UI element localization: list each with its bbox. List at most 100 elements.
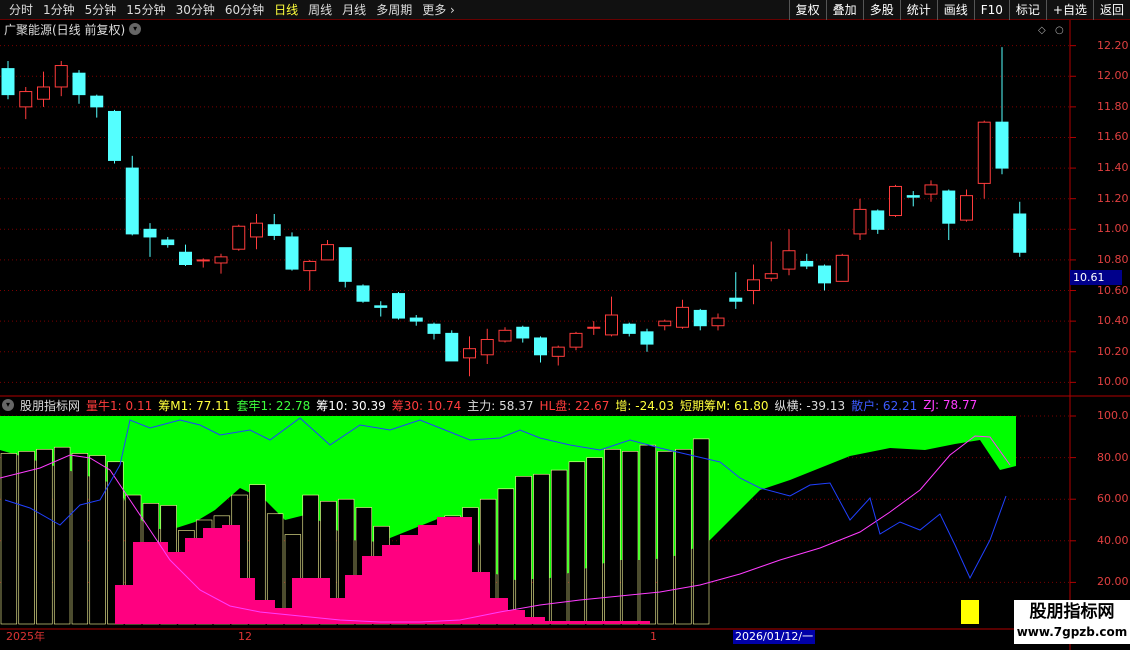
candle-up xyxy=(19,91,33,108)
indicator-value: 主力: 58.37 xyxy=(467,398,534,413)
chart-title-bar: 广聚能源(日线 前复权) ▾ xyxy=(4,21,142,37)
indicator-value: HL盘: 22.67 xyxy=(539,398,610,413)
candle-down xyxy=(90,95,104,108)
indicator-bar xyxy=(550,469,568,625)
candle-down xyxy=(942,190,956,224)
candle-up xyxy=(214,256,228,264)
candle-up xyxy=(747,279,760,292)
date-axis: 2025年 12 1 2026/01/12/一 xyxy=(0,630,1070,644)
candle-down xyxy=(267,224,281,236)
candle-down xyxy=(445,332,459,362)
indicator-header: ▾ 股朋指标网 量牛1: 0.11 筹M1: 77.11 套牢1: 22.78 筹10… xyxy=(2,397,977,413)
candle-up xyxy=(250,222,263,238)
candle-up xyxy=(711,317,725,327)
indicator-bar xyxy=(0,453,18,625)
indicator-axis-label: 20.00 xyxy=(1097,575,1129,589)
indicator-name[interactable]: 股朋指标网 xyxy=(20,397,80,414)
indicator-bar xyxy=(657,451,674,625)
candle-up xyxy=(480,338,494,356)
candle-up xyxy=(551,346,565,357)
indicator-axis-label: 60.00 xyxy=(1097,492,1129,506)
candle-down xyxy=(143,228,157,238)
price-axis-label: 12.20 xyxy=(1097,38,1129,52)
indicator-bar xyxy=(89,455,106,625)
chevron-down-icon[interactable]: ▾ xyxy=(2,399,14,411)
indicator-bar xyxy=(692,438,710,625)
candle-up xyxy=(676,306,689,328)
candle-down xyxy=(995,121,1009,169)
candle-down xyxy=(800,260,814,267)
indicator-bar xyxy=(621,451,639,625)
candle-up xyxy=(924,184,938,195)
candle-up xyxy=(960,195,973,221)
watermark-title: 股朋指标网 xyxy=(1029,602,1115,622)
candle-down xyxy=(108,110,121,161)
candle-down xyxy=(871,210,885,230)
candle-down xyxy=(338,247,352,282)
candle-up xyxy=(463,348,476,359)
candle-up xyxy=(587,326,601,329)
price-axis-label: 11.80 xyxy=(1097,99,1129,113)
price-axis-label: 10.20 xyxy=(1097,344,1129,358)
candle-up xyxy=(977,121,991,184)
indicator-value: ZJ: 78.77 xyxy=(923,398,978,412)
price-axis-label: 10.40 xyxy=(1097,314,1129,328)
chevron-down-icon[interactable]: ▾ xyxy=(129,23,142,35)
indicator-value: 纵横: -39.13 xyxy=(774,398,846,413)
candle-up xyxy=(764,273,778,279)
price-axis-label: 10.00 xyxy=(1097,375,1129,389)
indicator-bar xyxy=(675,448,692,625)
indicator-axis-label: 80.00 xyxy=(1097,450,1129,464)
indicator-axis-label: 100.0 xyxy=(1097,409,1129,422)
candle-down xyxy=(409,317,423,322)
candle-up xyxy=(196,259,210,262)
candle-up xyxy=(37,86,50,100)
indicator-value: 增: -24.03 xyxy=(615,398,674,413)
candle-down xyxy=(125,167,139,235)
indicator-value: 筹M1: 77.11 xyxy=(158,398,231,413)
indicator-bar xyxy=(533,473,550,625)
cursor-date: 2026/01/12/一 xyxy=(733,630,816,644)
chart-canvas[interactable]: ◇ ○ xyxy=(0,0,1130,650)
candle-down xyxy=(392,293,405,319)
indicator-value: 套牢1: 22.78 xyxy=(236,398,311,413)
indicator-axis-label: 40.00 xyxy=(1097,533,1129,547)
stock-title: 广聚能源(日线 前复权) xyxy=(4,22,126,37)
candle-up xyxy=(835,254,849,282)
candle-up xyxy=(232,225,246,250)
indicator-bar xyxy=(36,448,53,625)
candle-down xyxy=(1,68,15,96)
candle-up xyxy=(853,208,867,235)
indicator-value: 短期筹M: 61.80 xyxy=(679,398,769,413)
indicator-bar xyxy=(515,476,532,625)
candle-down xyxy=(693,309,707,327)
candle-up xyxy=(889,185,902,217)
volume-marker xyxy=(961,600,979,624)
candle-up xyxy=(54,65,68,88)
candle-down xyxy=(818,265,831,284)
price-axis-label: 10.60 xyxy=(1097,283,1129,297)
candle-down xyxy=(72,72,86,96)
candle-down xyxy=(516,326,530,339)
candle-down xyxy=(427,323,441,334)
candle-down xyxy=(622,323,636,334)
candle-up xyxy=(321,244,334,261)
candle-down xyxy=(179,251,192,266)
price-axis-label: 12.00 xyxy=(1097,69,1129,83)
indicator-value: 散户: 62.21 xyxy=(851,398,918,413)
indicator-value: 筹30: 10.74 xyxy=(391,398,462,413)
candle-down xyxy=(356,285,370,302)
candle-up xyxy=(782,250,796,270)
candle-up xyxy=(569,332,583,348)
candle-down xyxy=(906,195,920,198)
date-month-label: 12 xyxy=(238,630,252,643)
diamond-icon: ◇ xyxy=(1038,25,1046,36)
indicator-bar xyxy=(639,444,657,625)
indicator-bar xyxy=(18,451,35,625)
date-month-label: 1 xyxy=(650,630,657,643)
price-axis-label: 10.80 xyxy=(1097,252,1129,266)
candle-down xyxy=(161,239,175,246)
candle-down xyxy=(729,297,743,302)
watermark-url: www.7gpzb.com xyxy=(1016,625,1128,639)
site-watermark: 股朋指标网 www.7gpzb.com xyxy=(1014,600,1130,644)
